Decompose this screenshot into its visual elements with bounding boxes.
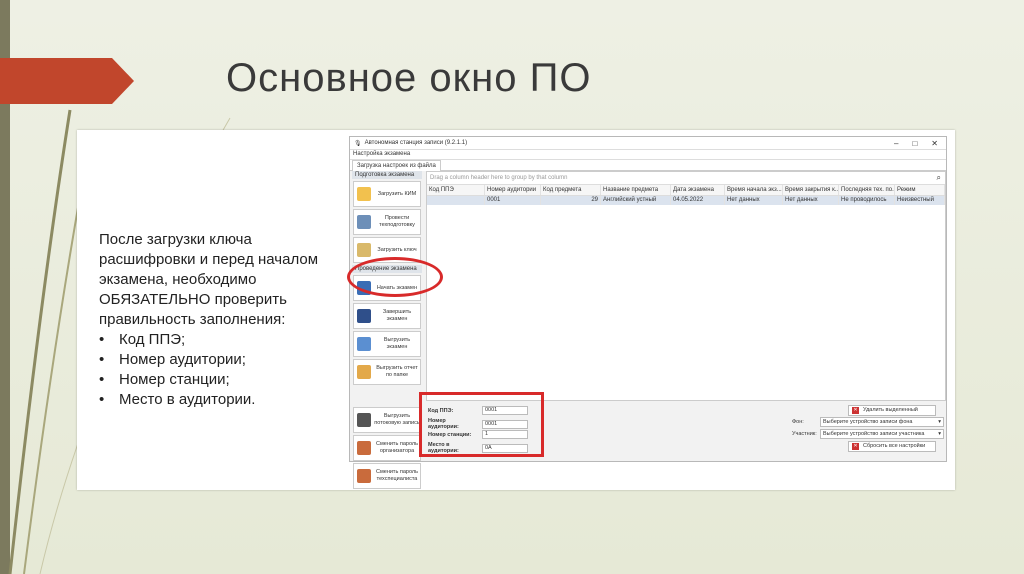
delete-exam-button[interactable]: ✕Удалить выделенный экзамен	[848, 405, 936, 422]
group-prep: Подготовка экзамена	[352, 171, 422, 179]
window-titlebar: 🎙 Автономная станция записи (9.2.1.1) – …	[350, 137, 946, 150]
grid-header: Код ППЭ Номер аудитории Код предмета Наз…	[427, 185, 945, 196]
report-icon	[357, 365, 371, 379]
participant-select[interactable]: Участник: Выберите устройство записи учас…	[792, 429, 944, 439]
highlight-oval	[347, 257, 443, 297]
change-tech-password-button[interactable]: Сменить пароль техспециалиста	[353, 463, 421, 489]
column-header[interactable]: Последняя тех. по...	[839, 185, 895, 195]
menu-settings[interactable]: Настройка экзамена	[350, 150, 946, 160]
bullet-item: Код ППЭ;	[99, 330, 339, 350]
user-key-icon	[357, 469, 371, 483]
stop-icon	[357, 309, 371, 323]
folder-icon	[357, 187, 371, 201]
column-header[interactable]: Время закрытия к...	[783, 185, 839, 195]
column-header[interactable]: Режим	[895, 185, 945, 195]
group-hint: Drag a column header here to group by th…	[427, 172, 945, 185]
finish-exam-button[interactable]: Завершить экзамен	[353, 303, 421, 329]
bullet-item: Номер аудитории;	[99, 350, 339, 370]
window-title: Автономная станция записи (9.2.1.1)	[364, 140, 468, 146]
minimize-icon[interactable]: –	[894, 139, 898, 148]
background-select[interactable]: Фон: Выберите устройство записи фона	[792, 417, 944, 427]
reset-settings-button[interactable]: ✕ Сбросить все настройки	[848, 441, 936, 452]
column-header[interactable]: Код предмета	[541, 185, 601, 195]
export-exam-button[interactable]: Выгрузить экзамен	[353, 331, 421, 357]
column-header[interactable]: Номер аудитории	[485, 185, 541, 195]
column-header[interactable]: Название предмета	[601, 185, 671, 195]
bullet-list: Код ППЭ; Номер аудитории; Номер станции;…	[99, 330, 339, 410]
close-icon: ✕	[852, 407, 859, 414]
tab-load-settings[interactable]: Загрузка настроек из файла	[352, 160, 441, 171]
title-arrow	[0, 58, 134, 104]
table-row[interactable]: 0001 29 Английский устный 04.05.2022 Нет…	[427, 196, 945, 205]
exam-grid: Drag a column header here to group by th…	[426, 171, 946, 401]
change-org-password-button[interactable]: Сменить пароль организатора	[353, 435, 421, 461]
column-header[interactable]: Время начала экз...	[725, 185, 783, 195]
highlight-box	[419, 392, 544, 457]
search-icon[interactable]: ⌕	[937, 172, 941, 184]
sidebar: Подготовка экзамена Загрузить КИМ Провес…	[352, 171, 422, 489]
key-icon	[357, 243, 371, 257]
export-stream-button[interactable]: Выгрузить потоковую запись	[353, 407, 421, 433]
bullet-item: Номер станции;	[99, 370, 339, 390]
export-icon	[357, 337, 371, 351]
load-kim-button[interactable]: Загрузить КИМ	[353, 181, 421, 207]
slide-title: Основное окно ПО	[226, 56, 592, 100]
user-key-icon	[357, 441, 371, 455]
instructions-text: После загрузки ключа расшифровки и перед…	[99, 231, 319, 328]
maximize-icon[interactable]: □	[912, 139, 917, 148]
bullet-item: Место в аудитории.	[99, 390, 339, 410]
column-header[interactable]: Дата экзамена	[671, 185, 725, 195]
music-note-icon	[357, 413, 371, 427]
export-report-button[interactable]: Выгрузить отчет по папке	[353, 359, 421, 385]
tech-prep-button[interactable]: Провести техподготовку	[353, 209, 421, 235]
close-icon[interactable]: ✕	[931, 139, 938, 148]
mic-icon: 🎙	[354, 140, 362, 147]
column-header[interactable]: Код ППЭ	[427, 185, 485, 195]
instructions-block: После загрузки ключа расшифровки и перед…	[99, 230, 339, 410]
close-icon: ✕	[852, 443, 859, 450]
checklist-icon	[357, 215, 371, 229]
